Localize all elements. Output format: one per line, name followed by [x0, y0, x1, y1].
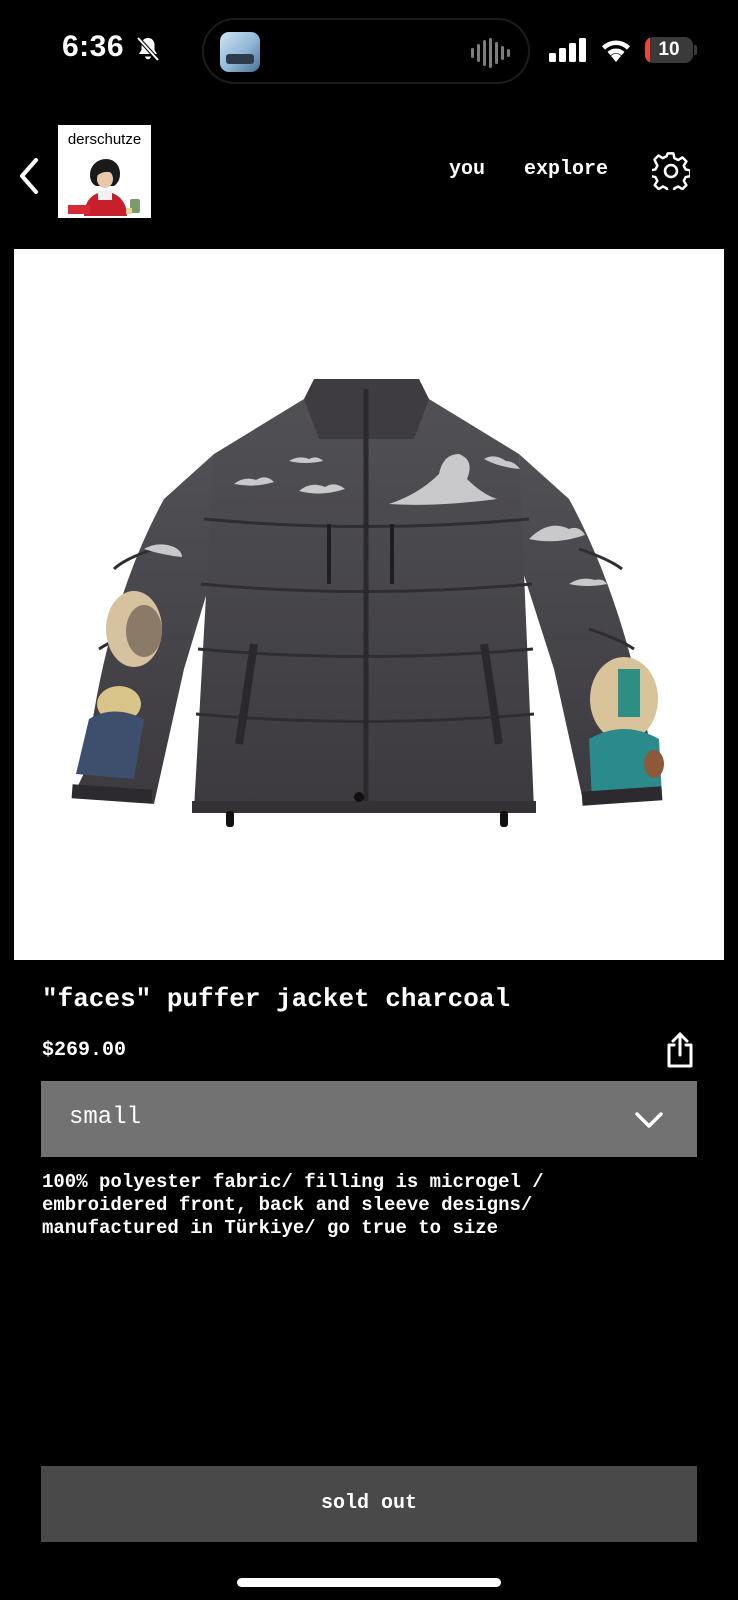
battery-percentage: 10 — [658, 39, 680, 60]
store-logo-illustration — [60, 153, 149, 216]
product-title: "faces" puffer jacket charcoal — [42, 984, 511, 1014]
back-button[interactable] — [8, 150, 48, 202]
description-line: 100% polyester fabric/ filling is microg… — [42, 1171, 544, 1193]
sold-out-button[interactable]: sold out — [41, 1466, 697, 1542]
product-image[interactable] — [14, 249, 724, 960]
size-select-value: small — [69, 1104, 142, 1131]
dynamic-island[interactable] — [202, 18, 530, 84]
status-bar: 6:36 10 — [0, 0, 738, 100]
description-line: embroidered front, back and sleeve desig… — [42, 1194, 533, 1216]
share-button[interactable] — [663, 1031, 697, 1069]
product-description: 100% polyester fabric/ filling is microg… — [42, 1171, 682, 1240]
nav-link-you[interactable]: you — [449, 158, 485, 181]
cellular-signal-icon — [549, 38, 586, 62]
audio-waveform-icon — [471, 38, 510, 68]
share-icon — [667, 1032, 693, 1068]
store-name: derschutze — [67, 131, 142, 148]
product-price: $269.00 — [42, 1039, 127, 1062]
gear-icon — [652, 152, 690, 190]
size-select[interactable]: small — [41, 1081, 697, 1157]
settings-button[interactable] — [652, 152, 690, 190]
home-indicator[interactable] — [237, 1578, 501, 1587]
nav-link-explore[interactable]: explore — [524, 158, 608, 181]
battery-icon: 10 — [645, 37, 697, 63]
description-line: manufactured in Türkiye/ go true to size — [42, 1217, 499, 1239]
chevron-left-icon — [20, 158, 38, 194]
chevron-down-icon — [635, 1112, 663, 1128]
status-time: 6:36 — [62, 30, 125, 63]
now-playing-artwork — [220, 32, 260, 72]
puffer-jacket-photo — [71, 379, 664, 827]
bell-slash-icon — [136, 36, 160, 62]
store-logo[interactable]: derschutze — [58, 125, 151, 218]
wifi-icon — [602, 40, 630, 62]
